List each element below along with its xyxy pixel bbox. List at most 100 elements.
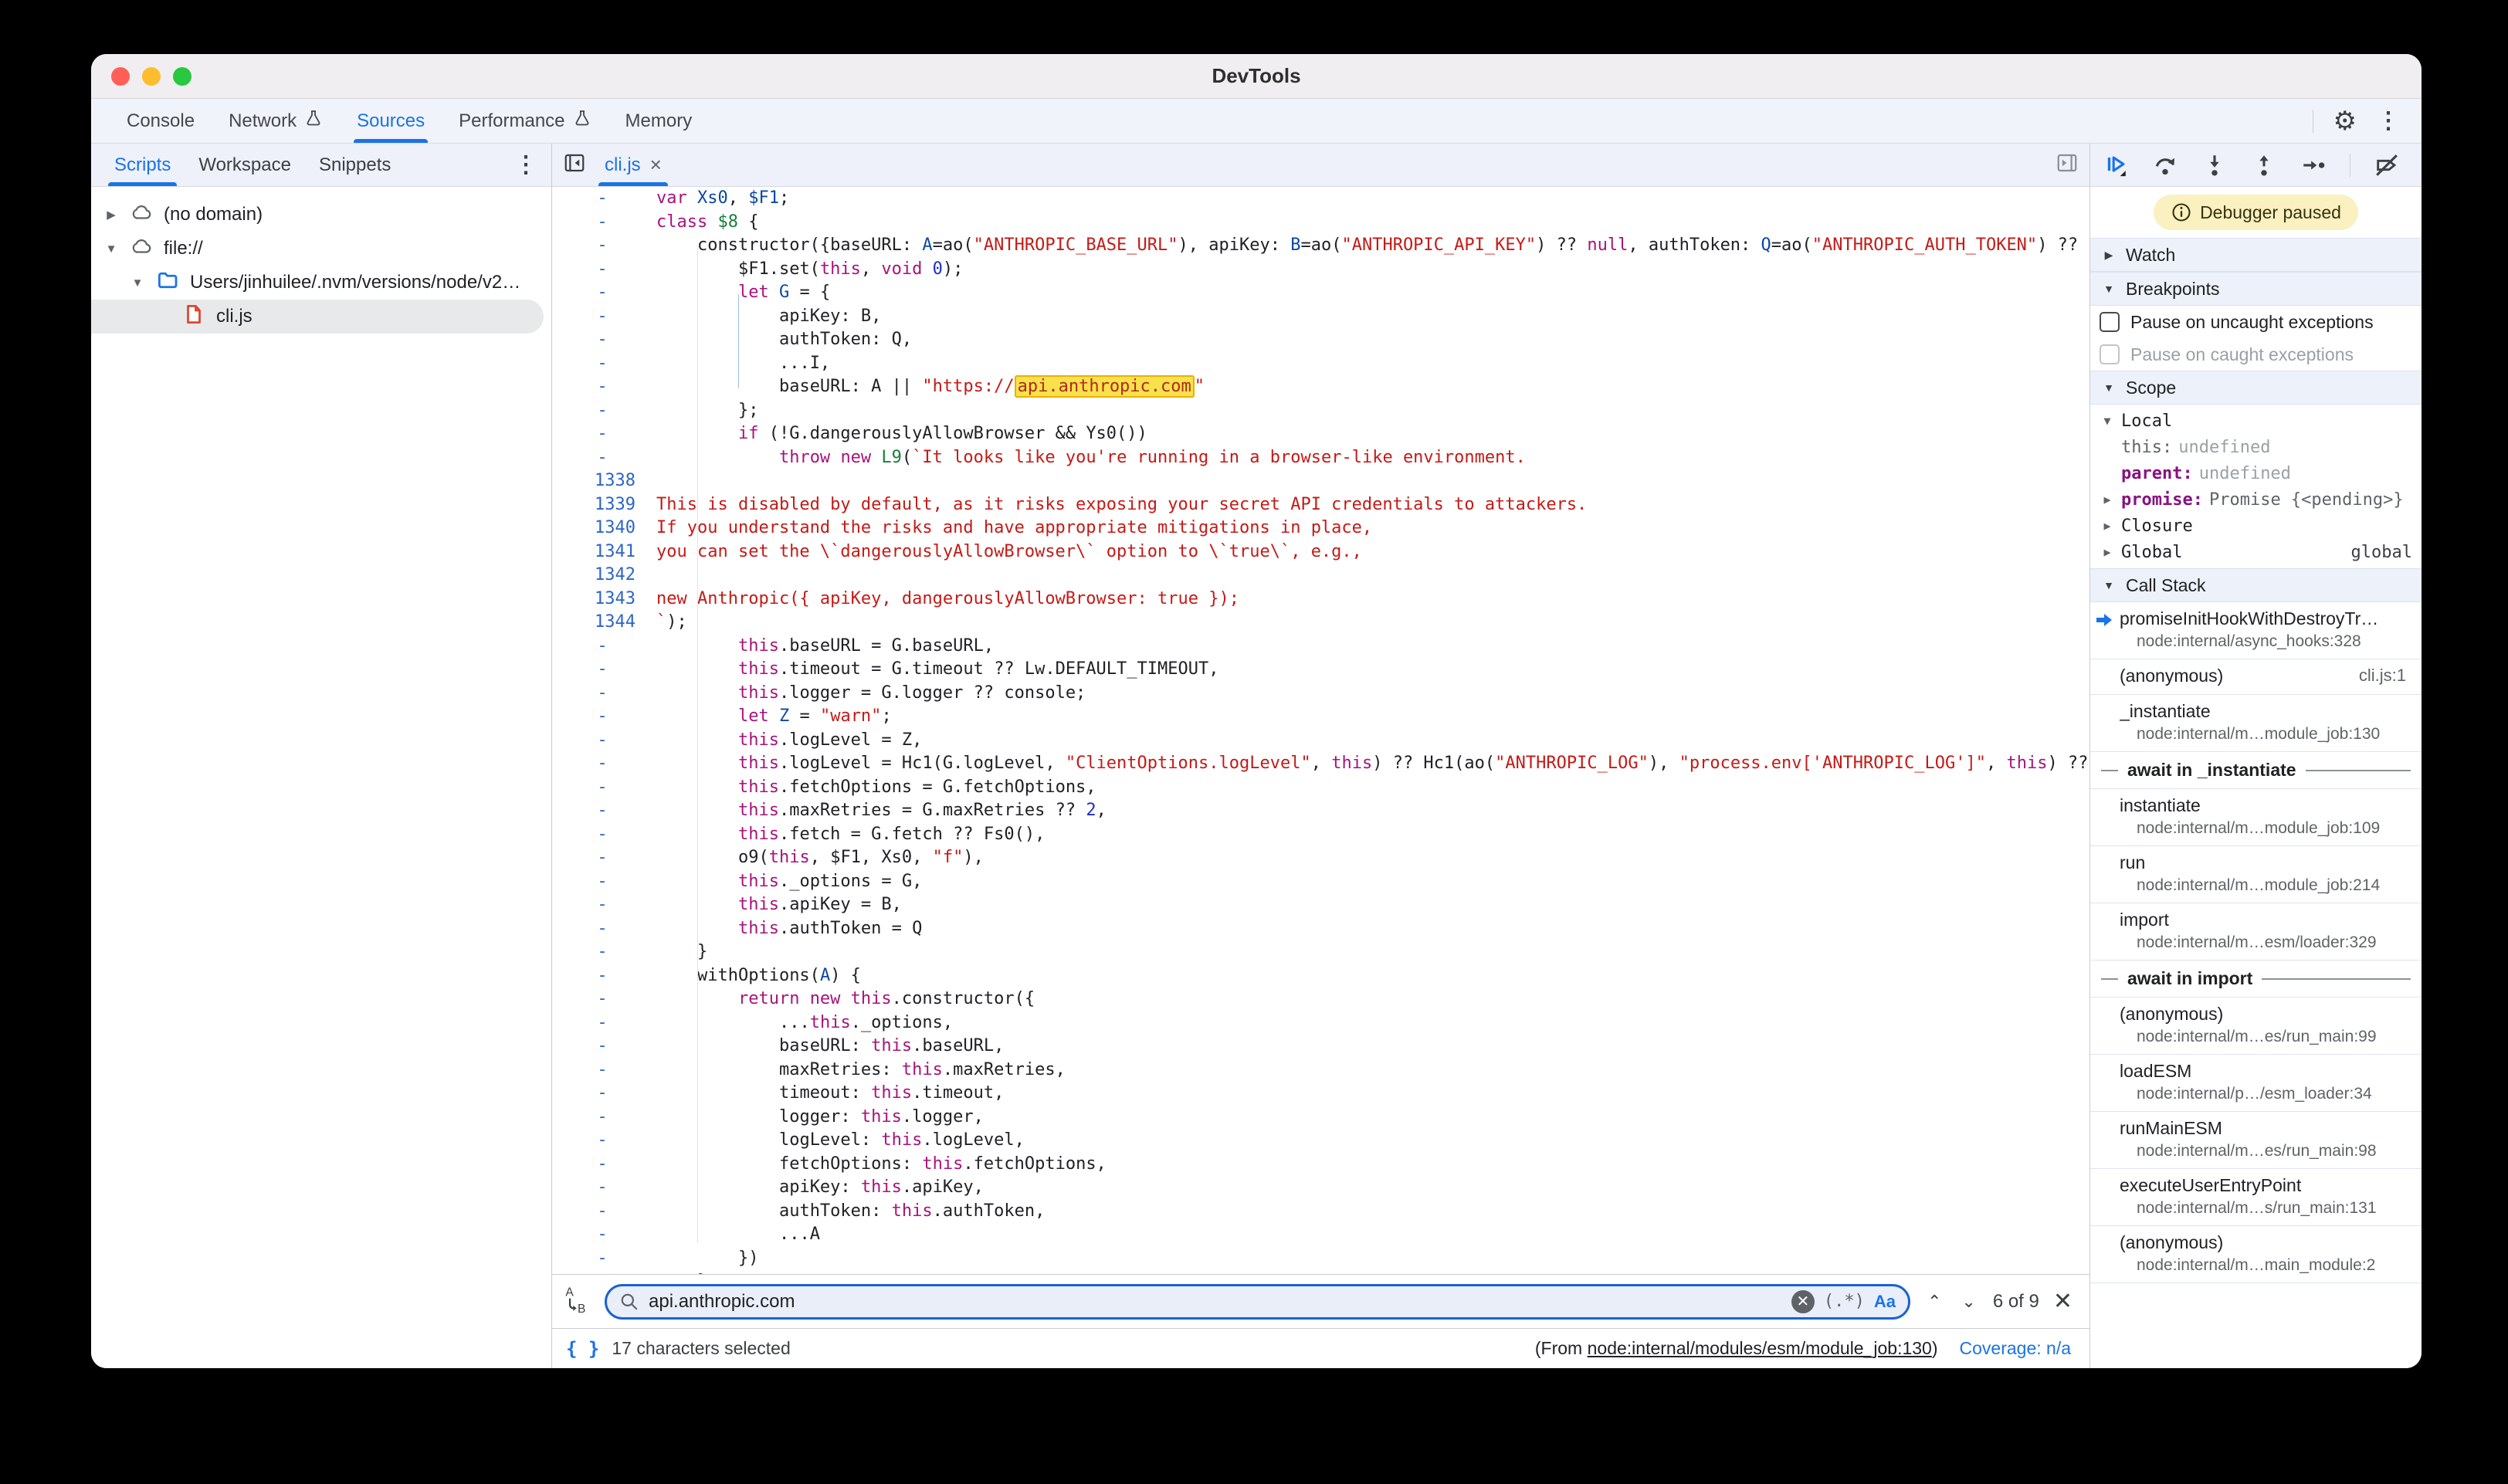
code-line[interactable]: 1342 [552,564,2089,588]
gutter-marker[interactable]: - [552,446,652,470]
scope-section-global[interactable]: ▶Globalglobal [2090,539,2422,565]
gutter-marker[interactable]: 1342 [552,564,652,588]
search-input[interactable] [649,1291,1782,1313]
editor-tab-clijs[interactable]: cli.js × [592,144,674,186]
gutter-marker[interactable]: - [552,893,652,917]
gutter-marker[interactable]: - [552,1223,652,1247]
section-breakpoints[interactable]: ▼ Breakpoints [2090,272,2422,306]
close-tab-icon[interactable]: × [650,153,662,177]
code-line[interactable]: - authToken: Q, [552,328,2089,352]
call-stack-frame[interactable]: runMainESMnode:internal/m…es/run_main:98 [2090,1112,2422,1169]
step-into-icon[interactable] [2201,152,2228,178]
show-debugger-sidebar-icon[interactable] [2056,151,2079,178]
navigator-tab-snippets[interactable]: Snippets [305,144,405,186]
call-stack-frame[interactable]: promiseInitHookWithDestroyTr…node:intern… [2090,602,2422,659]
gutter-marker[interactable]: - [552,870,652,894]
breakpoint-option[interactable]: Pause on caught exceptions [2090,338,2422,371]
code-line[interactable]: 1344`); [552,611,2089,635]
gutter-marker[interactable]: - [552,682,652,706]
gutter-marker[interactable]: - [552,1200,652,1224]
code-line[interactable]: - timeout: this.timeout, [552,1082,2089,1106]
code-line[interactable]: - this.fetchOptions = G.fetchOptions, [552,776,2089,800]
call-stack-frame[interactable]: (anonymous)cli.js:1 [2090,659,2422,695]
gutter-marker[interactable]: - [552,375,652,399]
step-icon[interactable] [2300,152,2327,178]
code-line[interactable]: - logger: this.logger, [552,1106,2089,1130]
gutter-marker[interactable]: - [552,1035,652,1059]
main-menu-kebab-icon[interactable]: ⋮ [2377,107,2400,134]
panel-tab-network[interactable]: Network [212,99,340,143]
previous-match-button[interactable]: ⌃ [1924,1292,1944,1312]
code-line[interactable]: - apiKey: this.apiKey, [552,1176,2089,1200]
code-line[interactable]: - baseURL: A || "https://api.anthropic.c… [552,375,2089,399]
code-line[interactable]: - }; [552,399,2089,423]
code-line[interactable]: - this.logger = G.logger ?? console; [552,682,2089,706]
code-line[interactable]: - this.baseURL = G.baseURL, [552,635,2089,659]
code-line[interactable]: - baseURL: this.baseURL, [552,1035,2089,1059]
call-stack-frame[interactable]: (anonymous)node:internal/m…main_module:2 [2090,1226,2422,1283]
gutter-marker[interactable]: - [552,281,652,305]
code-line[interactable]: - this.logLevel = Z, [552,729,2089,753]
panel-tab-sources[interactable]: Sources [340,99,442,143]
call-stack-frame[interactable]: loadESMnode:internal/p…/esm_loader:34 [2090,1055,2422,1112]
code-line[interactable]: -var Xs0, $F1; [552,187,2089,211]
section-watch[interactable]: ▶ Watch [2090,238,2422,272]
gutter-marker[interactable]: - [552,352,652,376]
gutter-marker[interactable]: - [552,258,652,282]
step-over-icon[interactable] [2152,152,2178,178]
hide-navigator-icon[interactable] [563,151,586,178]
step-out-icon[interactable] [2251,152,2277,178]
gutter-marker[interactable]: - [552,799,652,823]
breakpoint-option[interactable]: Pause on uncaught exceptions [2090,306,2422,338]
gutter-marker[interactable]: - [552,729,652,753]
tree-item-file-[interactable]: ▼file:// [91,232,551,266]
regex-toggle[interactable]: (.*) [1824,1292,1865,1311]
panel-tab-performance[interactable]: Performance [442,99,608,143]
code-line[interactable]: 1340If you understand the risks and have… [552,517,2089,540]
find-replace-mode-icon[interactable]: AB [564,1284,591,1319]
code-line[interactable]: - ...I, [552,352,2089,376]
gutter-marker[interactable]: - [552,1129,652,1153]
navigator-tab-scripts[interactable]: Scripts [100,144,185,186]
code-line[interactable]: - fetchOptions: this.fetchOptions, [552,1153,2089,1177]
gutter-marker[interactable]: - [552,1106,652,1130]
gutter-marker[interactable]: 1343 [552,588,652,612]
gutter-marker[interactable]: - [552,305,652,329]
tree-item-users-jinhuilee-nvm-versions-node-v2-[interactable]: ▼Users/jinhuilee/.nvm/versions/node/v2… [91,266,551,300]
code-line[interactable]: - this.logLevel = Hc1(G.logLevel, "Clien… [552,752,2089,776]
code-line[interactable]: - ...A [552,1223,2089,1247]
gutter-marker[interactable]: - [552,988,652,1011]
gutter-marker[interactable]: - [552,846,652,870]
gutter-marker[interactable]: - [552,1176,652,1200]
call-stack-frame[interactable]: (anonymous)node:internal/m…es/run_main:9… [2090,998,2422,1055]
code-line[interactable]: - o9(this, $F1, Xs0, "f"), [552,846,2089,870]
call-stack-frame[interactable]: instantiatenode:internal/m…module_job:10… [2090,789,2422,846]
code-line[interactable]: 1338 [552,469,2089,493]
gutter-marker[interactable]: 1341 [552,540,652,564]
deactivate-breakpoints-icon[interactable] [2374,152,2400,178]
gutter-marker[interactable]: - [552,1270,652,1274]
call-stack-frame[interactable]: runnode:internal/m…module_job:214 [2090,846,2422,903]
gutter-marker[interactable]: 1338 [552,469,652,493]
code-line[interactable]: 1339This is disabled by default, as it r… [552,493,2089,517]
scope-section-local[interactable]: ▼Local [2090,408,2422,434]
match-case-toggle[interactable]: Aa [1874,1292,1896,1312]
code-line[interactable]: - apiKey: B, [552,305,2089,329]
code-line[interactable]: - } [552,940,2089,964]
gutter-marker[interactable]: - [552,234,652,258]
call-stack-frame[interactable]: _instantiatenode:internal/m…module_job:1… [2090,695,2422,752]
close-search-icon[interactable]: ✕ [2053,1288,2072,1315]
gutter-marker[interactable]: 1340 [552,517,652,540]
panel-tab-console[interactable]: Console [110,99,212,143]
navigator-menu-kebab-icon[interactable]: ⋮ [514,151,537,178]
coverage-link[interactable]: Coverage: n/a [1960,1338,2071,1359]
gutter-marker[interactable]: 1339 [552,493,652,517]
gutter-marker[interactable]: - [552,1059,652,1083]
clear-search-icon[interactable]: ✕ [1791,1290,1815,1313]
code-editor[interactable]: -var Xs0, $F1;-class $8 {- constructor({… [552,187,2089,1274]
code-line[interactable]: - } [552,1270,2089,1274]
checkbox[interactable] [2100,344,2120,364]
code-line[interactable]: - maxRetries: this.maxRetries, [552,1059,2089,1083]
source-origin-link[interactable]: node:internal/modules/esm/module_job:130 [1588,1338,1932,1358]
gutter-marker[interactable]: - [552,1082,652,1106]
